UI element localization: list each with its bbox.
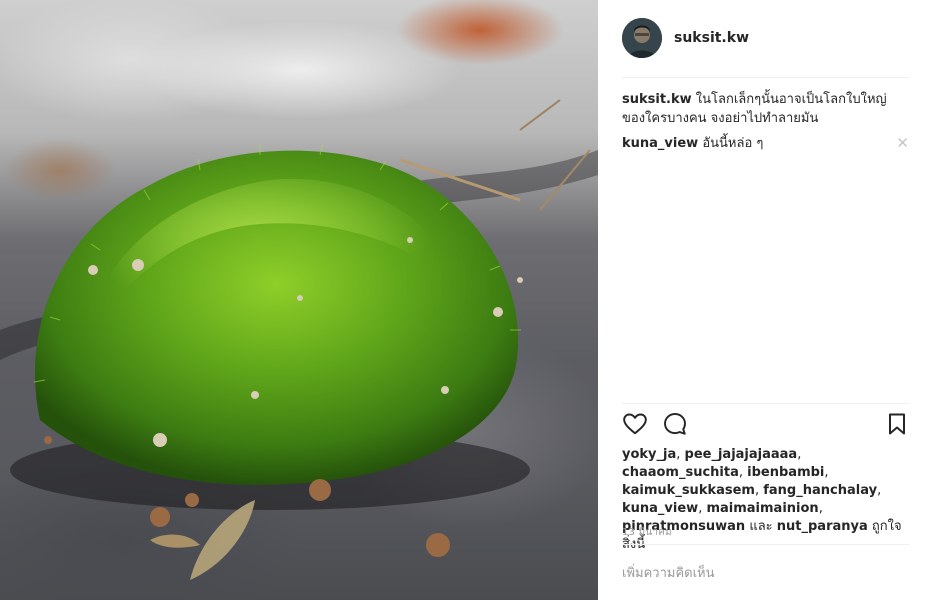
- post-header: suksit.kw: [622, 18, 909, 78]
- post-details-panel: suksit.kw suksit.kw ในโลกเล็กๆนั้นอาจเป็…: [598, 0, 932, 600]
- liker-username[interactable]: fang_hanchalay: [763, 483, 877, 498]
- liker-separator: ,: [818, 501, 823, 516]
- heart-icon[interactable]: [622, 411, 648, 437]
- liker-username[interactable]: pee_jajajajaaaa: [685, 447, 798, 462]
- liker-username[interactable]: yoky_ja: [622, 447, 676, 462]
- avatar[interactable]: [622, 18, 662, 58]
- comments-section: suksit.kw ในโลกเล็กๆนั้นอาจเป็นโลกใบใหญ่…: [622, 90, 909, 159]
- comment-text: อันนี้หล่อ ๆ: [702, 136, 764, 151]
- liker-separator: ,: [824, 465, 829, 480]
- comment-item: kuna_view อันนี้หล่อ ๆ ✕: [622, 134, 909, 153]
- post-photo[interactable]: [0, 0, 598, 600]
- liker-separator: ,: [797, 447, 802, 462]
- add-comment-input[interactable]: [622, 560, 909, 586]
- liker-username[interactable]: kuna_view: [622, 501, 698, 516]
- user-photo-icon: [622, 18, 662, 58]
- liker-separator: ,: [754, 483, 764, 498]
- liker-username[interactable]: maimaimainion: [706, 501, 818, 516]
- liker-username[interactable]: ibenbambi: [747, 465, 824, 480]
- post-date: 13 มีนาคม: [622, 527, 672, 538]
- action-bar: [622, 411, 909, 441]
- divider: [622, 544, 909, 545]
- header-username[interactable]: suksit.kw: [674, 30, 749, 46]
- close-icon[interactable]: ✕: [896, 134, 909, 153]
- liker-username[interactable]: nut_paranya: [777, 519, 868, 534]
- caption-username[interactable]: suksit.kw: [622, 92, 692, 107]
- liker-separator: ,: [877, 483, 882, 498]
- liker-separator: ,: [738, 465, 748, 480]
- likes-and-word: และ: [745, 519, 777, 534]
- comment-icon[interactable]: [662, 411, 688, 437]
- liker-username[interactable]: chaaom_suchita: [622, 465, 739, 480]
- caption: suksit.kw ในโลกเล็กๆนั้นอาจเป็นโลกใบใหญ่…: [622, 90, 909, 128]
- divider: [622, 403, 909, 404]
- liker-username[interactable]: kaimuk_sukkasem: [622, 483, 755, 498]
- liker-separator: ,: [676, 447, 685, 462]
- comment-username[interactable]: kuna_view: [622, 136, 698, 151]
- moss-photo-illustration: [0, 99, 598, 580]
- bookmark-icon[interactable]: [885, 411, 909, 437]
